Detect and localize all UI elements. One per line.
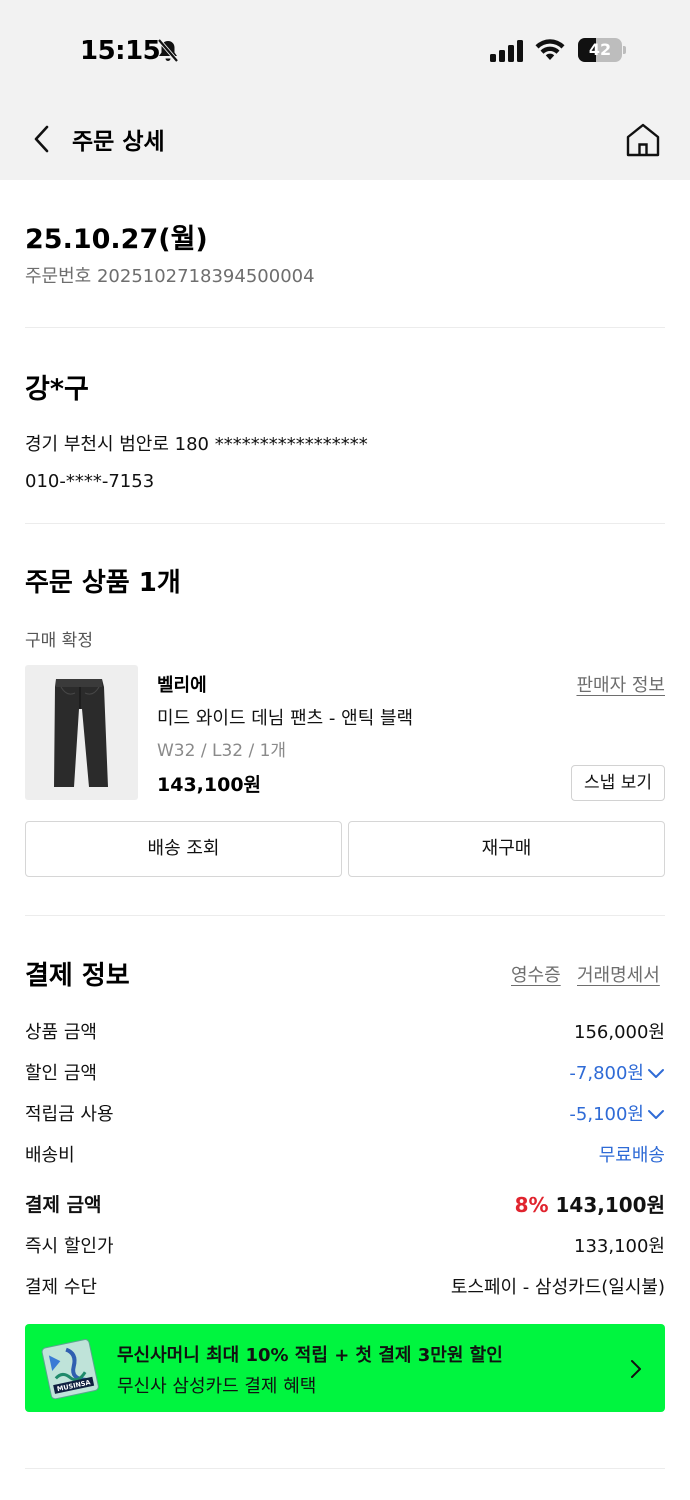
products-section-title: 주문 상품 1개 [25, 568, 181, 598]
discount-value-toggle[interactable]: -7,800원 [569, 1059, 665, 1085]
wifi-icon [534, 38, 566, 66]
instant-price-label: 즉시 할인가 [25, 1236, 114, 1257]
product-thumbnail[interactable] [25, 665, 138, 800]
shipping-label: 배송비 [25, 1145, 75, 1166]
promo-banner[interactable]: MUSINSA 무신사머니 최대 10% 적립 + 첫 결제 3만원 할인 무신… [25, 1324, 665, 1412]
discount-label: 할인 금액 [25, 1063, 97, 1084]
status-bar: 15:15 42 [0, 0, 690, 100]
battery-indicator: 42 [578, 38, 626, 62]
total-label: 결제 금액 [25, 1194, 102, 1216]
order-date: 25.10.27(월) [25, 224, 208, 255]
home-icon[interactable] [624, 122, 662, 162]
nav-bar: 주문 상세 [0, 100, 690, 180]
snap-view-button[interactable]: 스냅 보기 [571, 765, 665, 801]
discount-percent: 8% [514, 1193, 549, 1217]
points-value: -5,100원 [569, 1104, 644, 1125]
page-title: 주문 상세 [72, 129, 165, 155]
recipient-address: 경기 부천시 범안로 180 ***************** [25, 434, 368, 455]
promo-subtext: 무신사 삼성카드 결제 혜택 [117, 1376, 317, 1397]
points-value-toggle[interactable]: -5,100원 [569, 1100, 665, 1126]
total-value: 143,100원 [555, 1193, 666, 1217]
cellular-signal-icon [490, 40, 524, 66]
divider [25, 915, 665, 916]
product-brand[interactable]: 벨리에 [157, 671, 207, 697]
promo-headline: 무신사머니 최대 10% 적립 + 첫 결제 3만원 할인 [117, 1345, 503, 1366]
chevron-down-icon [647, 1105, 665, 1126]
status-time: 15:15 [80, 36, 161, 66]
product-name[interactable]: 미드 와이드 데님 팬츠 - 앤틱 블랙 [157, 704, 413, 730]
total-value-group: 8% 143,100원 [515, 1189, 665, 1218]
divider [25, 523, 665, 524]
musinsa-card-image: MUSINSA [40, 1337, 102, 1400]
chevron-right-icon [629, 1358, 643, 1384]
product-amount-label: 상품 금액 [25, 1022, 97, 1043]
jeans-image [54, 679, 108, 787]
discount-value: -7,800원 [569, 1063, 644, 1084]
divider [25, 327, 665, 328]
payment-method-value: 토스페이 - 삼성카드(일시불) [450, 1277, 665, 1298]
product-price: 143,100원 [157, 774, 262, 796]
product-amount-value: 156,000원 [574, 1022, 665, 1043]
seller-info-link[interactable]: 판매자 정보 [576, 671, 665, 697]
track-delivery-button[interactable]: 배송 조회 [25, 821, 342, 877]
battery-level-text: 42 [588, 40, 612, 59]
recipient-phone: 010-****-7153 [25, 471, 155, 492]
shipping-value: 무료배송 [598, 1145, 665, 1166]
order-status-label: 구매 확정 [25, 631, 93, 651]
recipient-name: 강*구 [25, 374, 89, 405]
bell-muted-icon [156, 38, 180, 68]
payment-section-title: 결제 정보 [25, 961, 130, 991]
reorder-button[interactable]: 재구매 [348, 821, 665, 877]
order-number: 주문번호 2025102718394500004 [25, 266, 315, 287]
instant-price-value: 133,100원 [574, 1236, 665, 1257]
payment-method-label: 결제 수단 [25, 1277, 97, 1298]
chevron-down-icon [647, 1064, 665, 1085]
back-arrow-icon[interactable] [30, 124, 56, 158]
points-label: 적립금 사용 [25, 1104, 114, 1125]
receipt-link[interactable]: 영수증 [511, 961, 561, 987]
statement-link[interactable]: 거래명세서 [577, 961, 660, 987]
divider [25, 1468, 665, 1469]
product-option: W32 / L32 / 1개 [157, 741, 287, 761]
